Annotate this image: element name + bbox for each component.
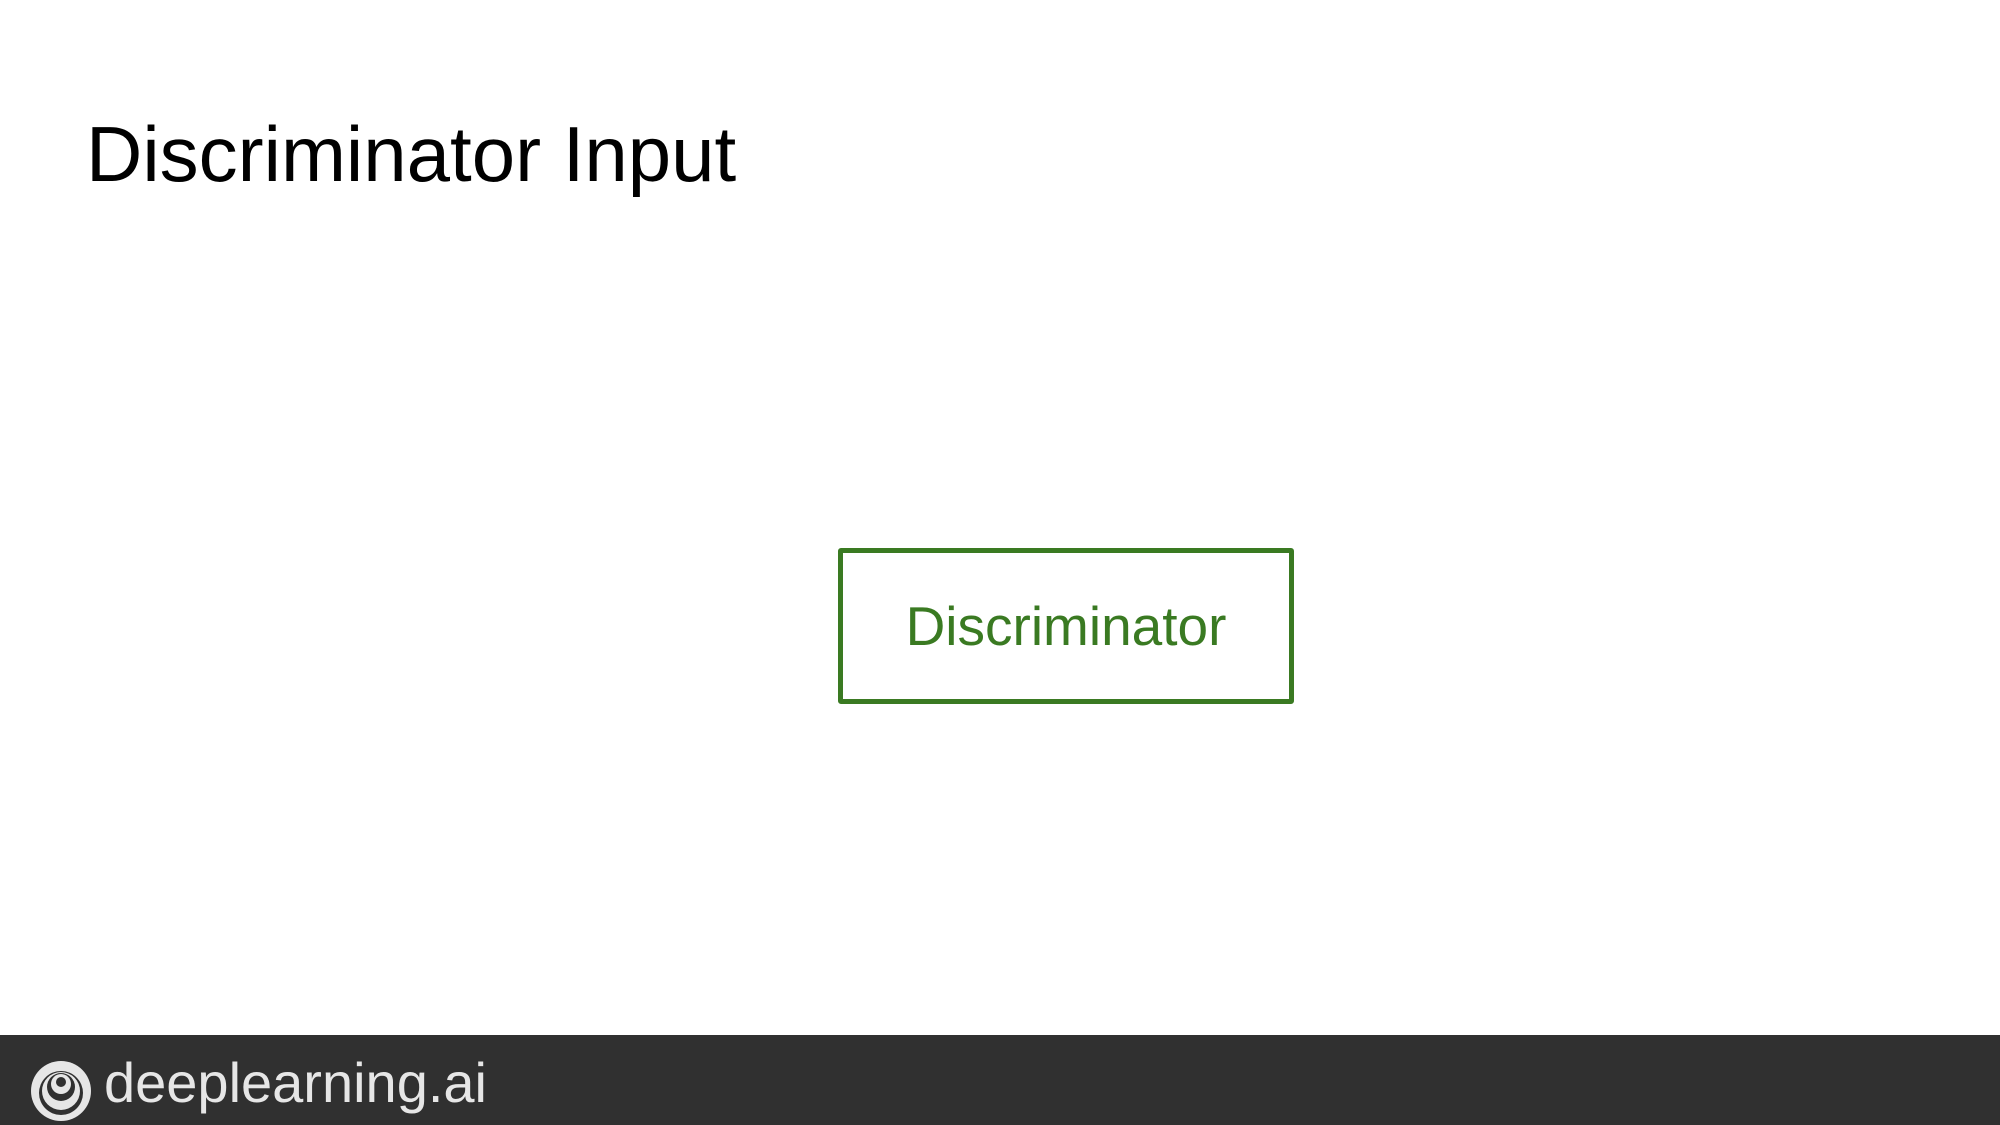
slide-title: Discriminator Input <box>86 110 737 198</box>
slide: Discriminator Input Discriminator deeple… <box>0 0 2000 1125</box>
deeplearning-logo-icon <box>31 1061 91 1121</box>
discriminator-box: Discriminator <box>838 548 1294 704</box>
discriminator-label: Discriminator <box>905 595 1227 657</box>
brand-name: deeplearning.ai <box>104 1051 487 1114</box>
